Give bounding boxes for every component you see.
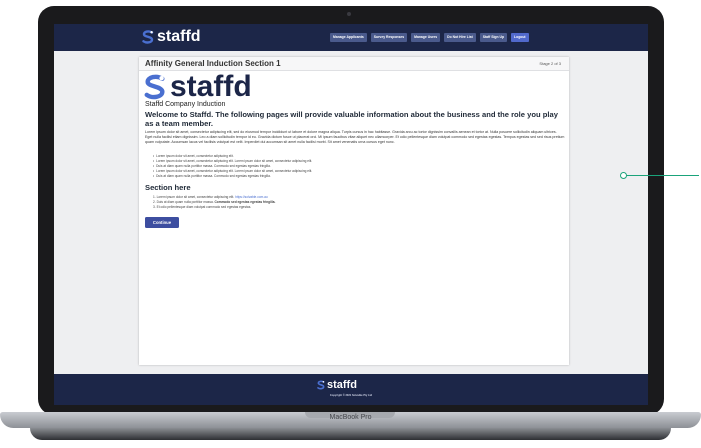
induction-card: Affinity General Induction Section 1 Sta… [139, 57, 569, 365]
stage-indicator: Stage 2 of 3 [539, 61, 561, 66]
callout-dot [620, 172, 627, 179]
company-heading: Staffd Company Induction [145, 101, 226, 108]
item-text: Duis at diam quam nulla porttitor massa. [156, 200, 214, 204]
item-text: Et odio pellentesque diam volutpat commo… [156, 205, 252, 209]
staffd-logo-icon [142, 30, 154, 44]
welcome-heading: Welcome to Staffd. The following pages w… [145, 110, 558, 128]
nav-manage-applicants[interactable]: Manage Applicants [330, 33, 367, 42]
nav-survey-responses[interactable]: Survey Responses [370, 33, 408, 42]
company-logo: staffd [144, 70, 252, 103]
nav-do-not-hire-list[interactable]: Do Not Hire List [444, 33, 476, 42]
laptop-base [30, 428, 671, 440]
brand-name: staffd [157, 28, 201, 45]
page-title: Affinity General Induction Section 1 [145, 59, 281, 68]
logout-button[interactable]: Logout [511, 33, 529, 42]
camera-icon [347, 12, 351, 16]
footer-brand-name: staffd [327, 379, 357, 391]
nav-staff-sign-up[interactable]: Staff Sign Up [479, 33, 508, 42]
item-bold-text: Commodo sed egestas egestas fringilla. [214, 200, 276, 204]
list-item: 3. Et odio pellentesque diam volutpat co… [153, 205, 275, 210]
nav-menu: Manage Applicants Survey Responses Manag… [330, 33, 529, 42]
item-number: 3. [153, 205, 156, 209]
copyright-text: Copyright © 2021 Solvable Pty Ltd [329, 394, 373, 397]
staffd-logo-icon [317, 380, 325, 390]
item-text: Lorem ipsum dolor sit amet, consectetur … [156, 195, 235, 199]
staffd-logo-icon [144, 74, 165, 100]
solvable-link[interactable]: https://solvable.com.au [235, 195, 268, 199]
bullet-list: Lorem ipsum dolor sit amet, consectetur … [153, 154, 312, 179]
nav-manage-users[interactable]: Manage Users [411, 33, 441, 42]
list-item: Duis at diam quam nulla porttitor massa.… [153, 174, 312, 179]
item-number: 2. [153, 200, 156, 204]
footer-logo[interactable]: staffd [317, 379, 357, 391]
section-heading: Section here [145, 183, 191, 192]
logo-wordmark: staffd [170, 70, 252, 103]
continue-button[interactable]: Continue [145, 217, 179, 228]
intro-paragraph: Lorem ipsum dolor sit amet, consectetur … [145, 130, 565, 145]
device-model-label: MacBook Pro [329, 414, 372, 421]
numbered-list: 1. Lorem ipsum dolor sit amet, consectet… [153, 195, 275, 210]
callout-line [625, 175, 699, 176]
item-number: 1. [153, 195, 156, 199]
laptop-screen: staffd Manage Applicants Survey Response… [54, 24, 648, 405]
brand-logo[interactable]: staffd [142, 27, 201, 47]
